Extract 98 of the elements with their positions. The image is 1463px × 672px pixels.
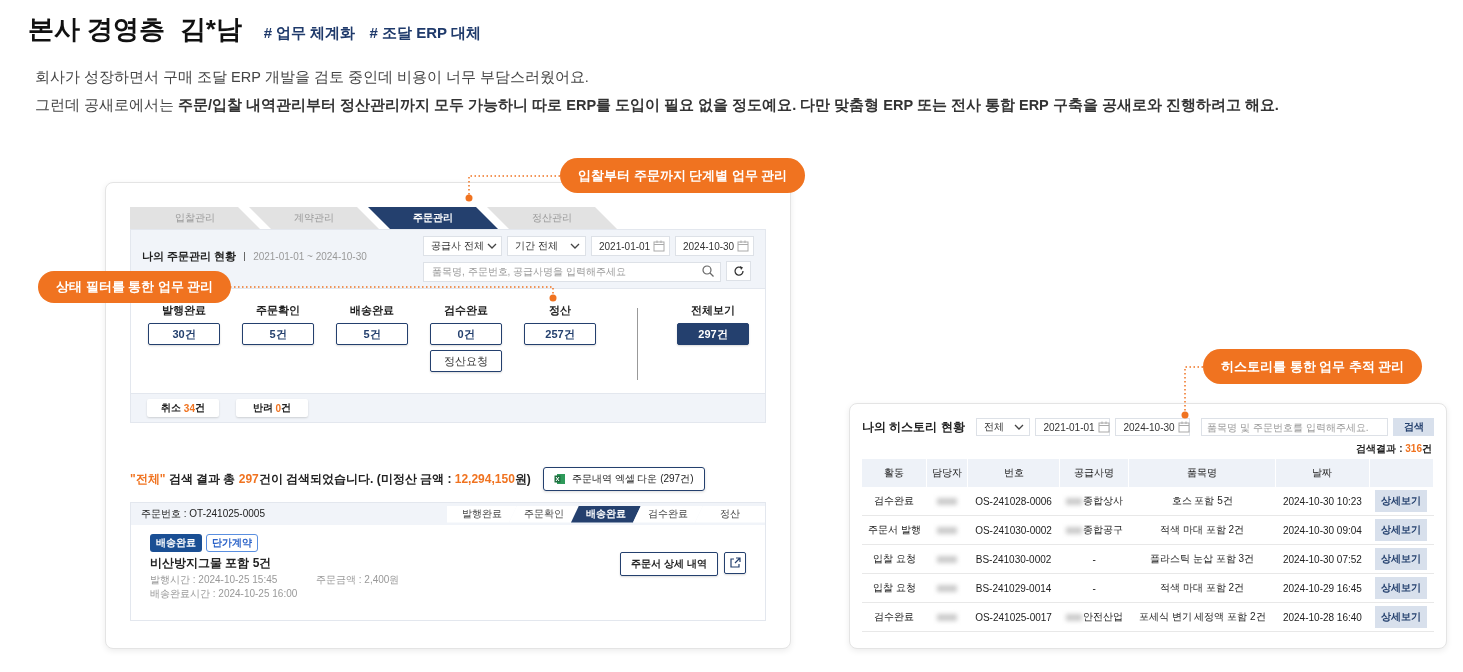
table-cell: OS-241025-0017	[967, 602, 1060, 632]
column-header: 담당자	[926, 459, 968, 487]
panel-title: 나의 히스토리 현황	[862, 418, 965, 436]
column-header: 공급사명	[1059, 459, 1129, 487]
date-range: 2021-01-01 ~ 2024-10-30	[253, 250, 367, 262]
order-meta: 발행시간 : 2024-10-25 15:45	[150, 573, 279, 587]
chevron-down-icon	[486, 242, 497, 250]
date-field[interactable]: 2024-10-30	[675, 236, 754, 256]
status-count-button[interactable]: 257건	[524, 323, 596, 345]
detail-button[interactable]: 상세보기	[1375, 606, 1428, 628]
status-label: 발행완료	[162, 303, 206, 318]
table-cell: BS-241029-0014	[967, 573, 1060, 603]
intro-text: 회사가 성장하면서 구매 조달 ERP 개발을 검토 중인데 비용이 너무 부담스러웠어요.	[35, 68, 590, 87]
result-summary: "전체" 검색 결과 총 297건이 검색되었습니다. (미정산 금액 : 12,294,150원)	[130, 470, 531, 488]
intro-text: 그런데 공새로에서는 주문/입찰 내역관리부터 정산관리까지 모두 가능하니 따로 ERP를 도입이 필요 없을 정도예요. 다만 맞춤형 ERP 또는 전사 통합 ERP 구축을 공새로와 진행하려고 해요.	[35, 96, 1280, 115]
chevron-down-icon	[570, 242, 580, 250]
search-field[interactable]: 품목명 및 주문번호를 입력해주세요.	[1201, 418, 1389, 436]
status-label: 검수완료	[444, 303, 488, 318]
callout-label: 상태 필터를 통한 업무 관리	[38, 271, 232, 303]
search-icon	[702, 265, 714, 277]
table-cell: 입찰 요청	[862, 544, 927, 574]
table-cell: -	[1092, 553, 1096, 565]
table-cell: 플라스틱 눈삽 포함 3건	[1128, 544, 1276, 574]
settlement-request-button[interactable]: 정산요청	[430, 350, 502, 372]
calendar-icon	[1177, 421, 1190, 433]
status-count-button[interactable]: 0건	[430, 323, 502, 345]
calendar-icon	[1097, 421, 1110, 433]
order-detail-button[interactable]: 주문서 상세 내역	[620, 551, 718, 576]
detail-button[interactable]: 상세보기	[1375, 490, 1428, 512]
table-cell: 적색 마대 포함 2건	[1128, 573, 1276, 603]
calendar-icon	[653, 240, 666, 252]
order-item-name: 비산방지그물 포함 5건	[150, 555, 273, 572]
status-badge: 배송완료	[150, 534, 202, 552]
order-number: 주문번호 : OT-241025-0005	[141, 507, 265, 521]
detail-button[interactable]: 상세보기	[1375, 577, 1428, 599]
status-label: 배송완료	[350, 303, 394, 318]
callout-label: 입찰부터 주문까지 단계별 업무 관리	[560, 158, 806, 193]
table-cell: 종합상사	[1082, 494, 1123, 508]
table-cell: 종합공구	[1082, 523, 1123, 537]
excel-download-button[interactable]: 주문내역 엑셀 다운 (297건)	[542, 467, 705, 491]
table-cell: 2024-10-30 10:23	[1275, 487, 1370, 516]
search-field[interactable]: 품목명, 주문번호, 공급사명을 입력해주세요	[423, 261, 721, 282]
table-cell: OS-241028-0006	[967, 487, 1060, 516]
hashtag-label: # 조달 ERP 대체	[369, 24, 481, 43]
calendar-icon	[737, 240, 750, 252]
table-cell: 2024-10-30 09:04	[1275, 515, 1370, 545]
column-header: 품목명	[1128, 459, 1276, 487]
table-cell: 호스 포함 5건	[1128, 487, 1276, 516]
status-badge: 단가계약	[206, 534, 258, 552]
status-label: 주문확인	[256, 303, 300, 318]
spreadsheet-icon	[553, 473, 566, 485]
table-cell: 주문서 발행	[862, 515, 927, 545]
hashtag-label: # 업무 체계화	[263, 24, 356, 43]
column-header: 활동	[862, 459, 927, 487]
table-cell: 안전산업	[1082, 610, 1123, 624]
order-meta: 배송완료시간 : 2024-10-25 16:00	[150, 587, 299, 601]
leader-line	[1180, 363, 1204, 420]
detail-button[interactable]: 상세보기	[1375, 519, 1428, 541]
callout-label: 히스토리를 통한 업무 추적 관리	[1203, 349, 1423, 384]
status-label: 전체보기	[691, 303, 735, 318]
page-title: 본사 경영층 김*남	[28, 13, 242, 46]
filter-button[interactable]: 취소 34건	[147, 399, 219, 417]
result-count: 검색결과 : 316건	[1356, 442, 1432, 456]
date-field[interactable]: 2021-01-01	[591, 236, 670, 256]
table-cell: 입찰 요청	[862, 573, 927, 603]
chevron-down-icon	[1014, 423, 1025, 431]
table-cell: BS-241030-0002	[967, 544, 1060, 574]
column-header: 날짜	[1275, 459, 1370, 487]
date-field[interactable]: 2024-10-30	[1115, 418, 1191, 436]
panel-title: 나의 주문관리 현황	[142, 248, 237, 264]
dropdown[interactable]: 기간 전체	[507, 236, 586, 256]
status-count-button[interactable]: 5건	[336, 323, 408, 345]
search-button[interactable]: 검색	[1393, 418, 1434, 436]
table-cell: 적색 마대 포함 2건	[1128, 515, 1276, 545]
table-cell: -	[1092, 582, 1096, 594]
column-header: 번호	[967, 459, 1060, 487]
external-link-icon	[729, 557, 741, 568]
status-count-button[interactable]: 30건	[148, 323, 220, 345]
status-count-button[interactable]: 5건	[242, 323, 314, 345]
order-meta: 주문금액 : 2,400원	[316, 573, 400, 587]
refresh-button[interactable]	[726, 261, 751, 281]
table-cell: OS-241030-0002	[967, 515, 1060, 545]
detail-button[interactable]: 상세보기	[1375, 548, 1428, 570]
status-label: 정산	[549, 303, 571, 318]
dropdown[interactable]: 전체	[975, 418, 1031, 436]
view-all-button[interactable]: 297건	[677, 323, 749, 345]
table-cell: 2024-10-30 07:52	[1275, 544, 1370, 574]
table-cell: 검수완료	[862, 602, 927, 632]
open-link-button[interactable]	[724, 551, 746, 574]
table-cell: 2024-10-29 16:45	[1275, 573, 1370, 603]
filter-button[interactable]: 반려 0건	[236, 399, 308, 417]
table-cell: 검수완료	[862, 487, 927, 516]
table-cell: 2024-10-28 16:40	[1275, 602, 1370, 632]
refresh-icon	[732, 265, 745, 277]
table-cell: 포세식 변기 세정액 포함 2건	[1128, 602, 1276, 632]
date-field[interactable]: 2021-01-01	[1035, 418, 1111, 436]
stage-tab[interactable]: 주문관리	[368, 207, 498, 229]
dropdown[interactable]: 공급사 전체	[423, 236, 502, 256]
